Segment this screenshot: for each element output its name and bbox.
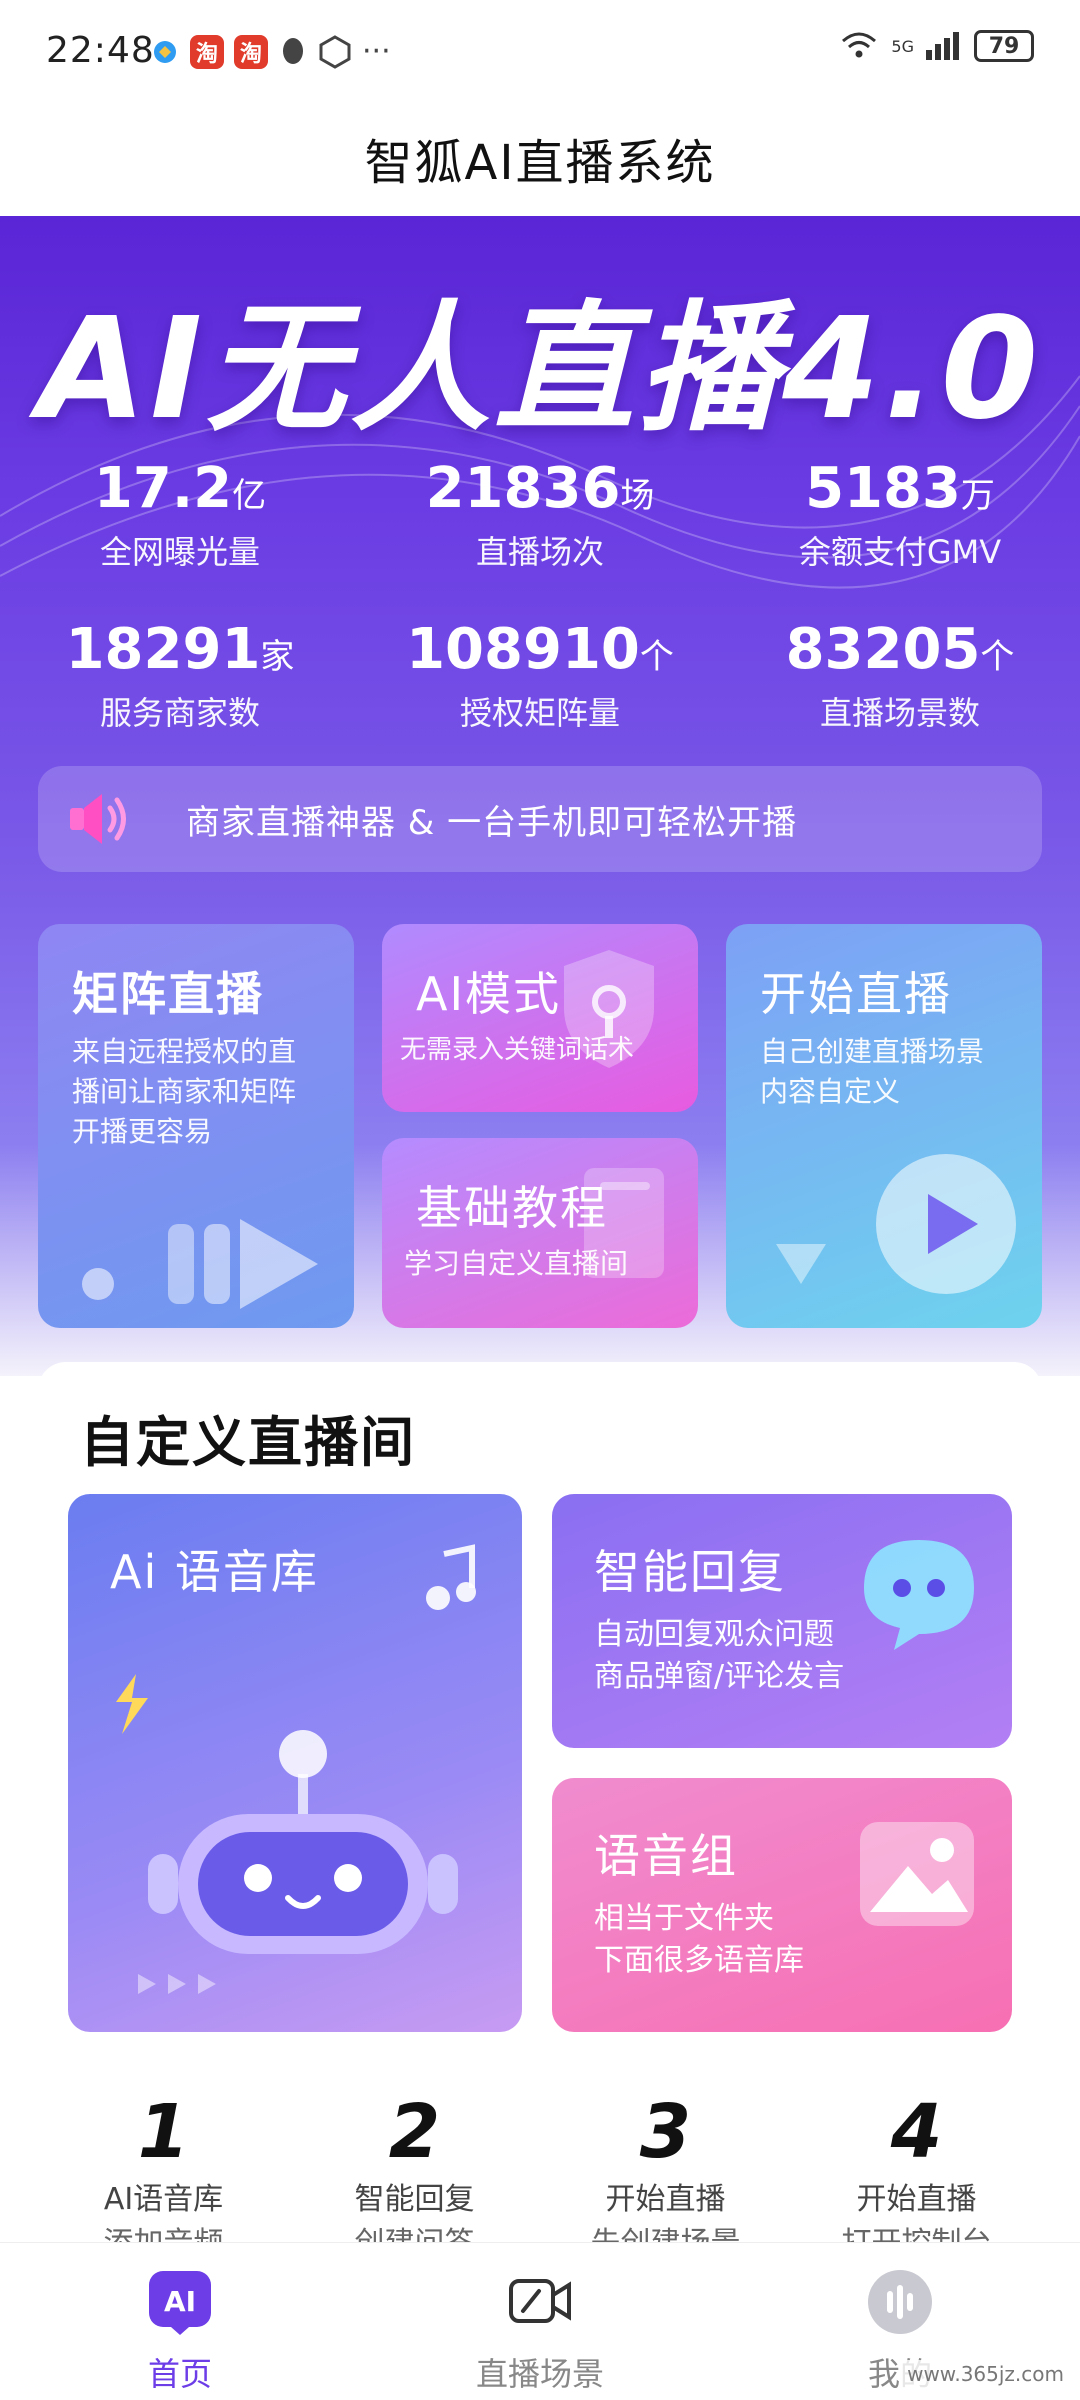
step-4[interactable]: 4 开始直播 打开控制台 (797, 2092, 1037, 2242)
hand-icon (319, 34, 351, 69)
announcement-text: 商家直播神器 & 一台手机即可轻松开播 (186, 802, 798, 843)
smart-reply-title: 智能回复 (594, 1545, 786, 1599)
wifi-icon (842, 32, 877, 58)
step-2[interactable]: 2 智能回复 创建问答 (295, 2092, 535, 2242)
smart-reply-card[interactable]: 智能回复 自动回复观众问题 商品弹窗/评论发言 (552, 1494, 1012, 1748)
custom-live-section: 自定义直播间 Ai 语音库 智能回复 自动回复观众问题 商品弹窗/评论发言 语音… (38, 1362, 1042, 2262)
app-header: 智狐AI直播系统 (0, 100, 1080, 216)
stat-matrix: 108910个 授权矩阵量 (406, 617, 674, 732)
start-live-card[interactable]: 开始直播 自己创建直播场景 内容自定义 (726, 924, 1042, 1328)
steps-row: 1 AI语音库 添加音频 2 智能回复 创建问答 3 开始直播 先创建场景 4 … (38, 2092, 1042, 2242)
battery-icon: 79 (974, 30, 1034, 62)
ai-voice-library-card[interactable]: Ai 语音库 (68, 1494, 522, 2032)
matrix-live-card[interactable]: 矩阵直播 来自远程授权的直 播间让商家和矩阵 开播更容易 (38, 924, 354, 1328)
more-notifications: ··· (362, 34, 391, 69)
voice-group-desc: 相当于文件夹 下面很多语音库 (594, 1901, 804, 1978)
ai-mode-card[interactable]: AI模式 无需录入关键词话术 (382, 924, 698, 1112)
start-live-desc: 自己创建直播场景 内容自定义 (760, 1035, 985, 1108)
image-icon (860, 1822, 974, 1926)
play-icon (776, 1154, 1016, 1294)
network-type: 5G (891, 36, 914, 56)
basic-tutorial-card[interactable]: 基础教程 学习自定义直播间 (382, 1138, 698, 1328)
book-icon (584, 1168, 664, 1278)
speaker-icon (60, 782, 134, 856)
notification-icons: 淘 淘 ··· (150, 34, 391, 69)
app-notification-icon (154, 40, 176, 63)
stat-sessions: 21836场 直播场次 (425, 456, 655, 571)
watermark: www.365jz.com (901, 2360, 1070, 2388)
voice-library-title: Ai 语音库 (110, 1545, 319, 1599)
video-scene-icon (505, 2267, 575, 2337)
nav-home[interactable]: AI 首页 (30, 2243, 330, 2400)
voice-group-title: 语音组 (594, 1829, 738, 1883)
fast-forward-icon (82, 1219, 318, 1309)
announcement-bar[interactable]: 商家直播神器 & 一台手机即可轻松开播 (38, 766, 1042, 872)
svg-text:AI: AI (164, 2285, 196, 2318)
stat-scenes: 83205个 直播场景数 (785, 617, 1015, 732)
shield-icon (564, 950, 654, 1068)
smart-reply-desc: 自动回复观众问题 商品弹窗/评论发言 (594, 1617, 845, 1694)
stat-exposure: 17.2亿 全网曝光量 (93, 456, 267, 571)
qq-icon (283, 37, 303, 64)
profile-icon (865, 2267, 935, 2337)
ai-home-icon: AI (145, 2267, 215, 2337)
step-3[interactable]: 3 开始直播 先创建场景 (546, 2092, 786, 2242)
hero-title: AI无人直播4.0 (37, 288, 1043, 451)
stat-gmv: 5183万 余额支付GMV (798, 456, 1002, 571)
start-live-title: 开始直播 (760, 967, 952, 1021)
status-time: 22:48 (46, 30, 155, 71)
page-title: 智狐AI直播系统 (364, 135, 716, 191)
matrix-live-desc: 来自远程授权的直 播间让商家和矩阵 开播更容易 (72, 1035, 297, 1148)
taobao-icon: 淘 (190, 34, 224, 69)
robot-icon (138, 1730, 458, 1994)
music-note-icon (426, 1544, 476, 1610)
system-icons: 5G 79 (839, 30, 1034, 62)
stats-grid: 17.2亿 全网曝光量 21836场 直播场次 5183万 余额支付GMV 18… (0, 456, 1080, 778)
taobao-icon-2: 淘 (234, 34, 268, 69)
stat-merchants: 18291家 服务商家数 (65, 617, 295, 732)
ai-mode-title: AI模式 (416, 967, 562, 1021)
chat-bubble-icon (864, 1540, 974, 1650)
voice-group-card[interactable]: 语音组 相当于文件夹 下面很多语音库 (552, 1778, 1012, 2032)
nav-live-scene[interactable]: 直播场景 (390, 2243, 690, 2400)
step-1[interactable]: 1 AI语音库 添加音频 (44, 2092, 284, 2242)
signal-icon (926, 32, 962, 60)
status-bar: 22:48 淘 淘 ··· 5G 79 (0, 0, 1080, 100)
matrix-live-title: 矩阵直播 (72, 967, 264, 1021)
section-title: 自定义直播间 (80, 1411, 416, 1474)
